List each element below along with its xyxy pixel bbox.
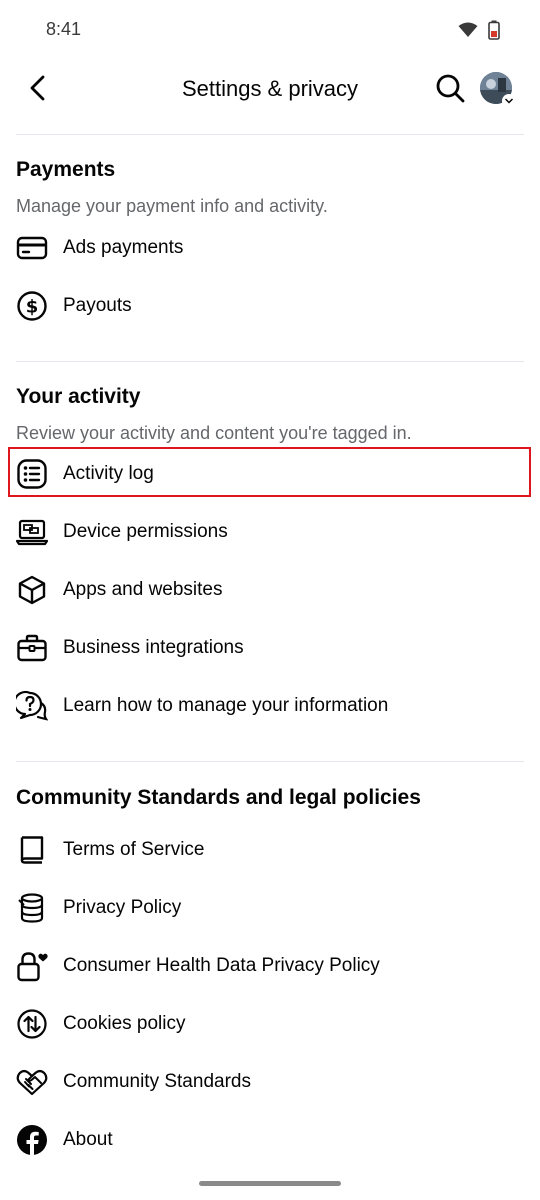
section-subtitle-activity: Review your activity and content you're … [16,423,412,443]
database-icon [16,892,48,924]
home-indicator[interactable] [199,1181,341,1186]
search-button[interactable] [430,70,470,110]
menu-item-business-integrations[interactable]: Business integrations [0,622,540,674]
menu-item-label: Payouts [63,295,132,316]
menu-item-label: About [63,1129,113,1150]
divider [16,361,524,362]
search-icon [434,72,466,109]
menu-item-label: Learn how to manage your information [63,695,389,716]
handshake-heart-icon [16,1066,48,1098]
menu-item-learn-manage-information[interactable]: Learn how to manage your information [0,680,540,732]
menu-item-label: Business integrations [63,637,244,658]
laptop-icon [16,516,48,548]
menu-item-privacy-policy[interactable]: Privacy Policy [0,882,540,934]
section-subtitle-payments: Manage your payment info and activity. [16,196,328,216]
menu-item-community-standards[interactable]: Community Standards [0,1056,540,1108]
divider [16,134,524,135]
status-icons [458,20,500,45]
divider [16,761,524,762]
menu-item-label: Ads payments [63,237,184,258]
section-title-activity: Your activity [16,385,141,408]
svg-text:$: $ [26,297,39,318]
menu-item-about[interactable]: About [0,1114,540,1166]
section-title-community: Community Standards and legal policies [16,786,421,809]
menu-item-label: Device permissions [63,521,228,542]
menu-item-apps-and-websites[interactable]: Apps and websites [0,564,540,616]
section-title-payments: Payments [16,158,116,181]
menu-item-label: Cookies policy [63,1013,186,1034]
menu-item-device-permissions[interactable]: Device permissions [0,506,540,558]
credit-card-icon [16,232,48,264]
app-bar: Settings & privacy [0,60,540,120]
question-chat-icon [16,690,48,722]
menu-item-label: Community Standards [63,1071,251,1092]
menu-item-activity-log[interactable]: Activity log [0,448,540,500]
briefcase-icon [16,632,48,664]
battery-icon [488,20,500,45]
lock-heart-icon [16,950,48,982]
menu-item-payouts[interactable]: $ Payouts [0,280,540,332]
status-time: 8:41 [46,19,82,39]
book-icon [16,834,48,866]
menu-item-label: Apps and websites [63,579,223,600]
status-bar: 8:41 [0,0,540,60]
menu-item-label: Consumer Health Data Privacy Policy [63,955,380,976]
cookie-arrows-icon [16,1008,48,1040]
chevron-down-icon [502,94,516,108]
menu-item-label: Terms of Service [63,839,205,860]
facebook-icon [16,1124,48,1156]
menu-item-terms-of-service[interactable]: Terms of Service [0,824,540,876]
menu-item-label: Activity log [63,463,154,484]
wifi-icon [458,22,478,43]
menu-item-ads-payments[interactable]: Ads payments [0,222,540,274]
cube-icon [16,574,48,606]
menu-item-consumer-health-data[interactable]: Consumer Health Data Privacy Policy [0,940,540,992]
menu-item-cookies-policy[interactable]: Cookies policy [0,998,540,1050]
menu-item-label: Privacy Policy [63,897,182,918]
list-icon [16,458,48,490]
dollar-circle-icon: $ [16,290,48,322]
profile-avatar-button[interactable] [480,72,516,108]
